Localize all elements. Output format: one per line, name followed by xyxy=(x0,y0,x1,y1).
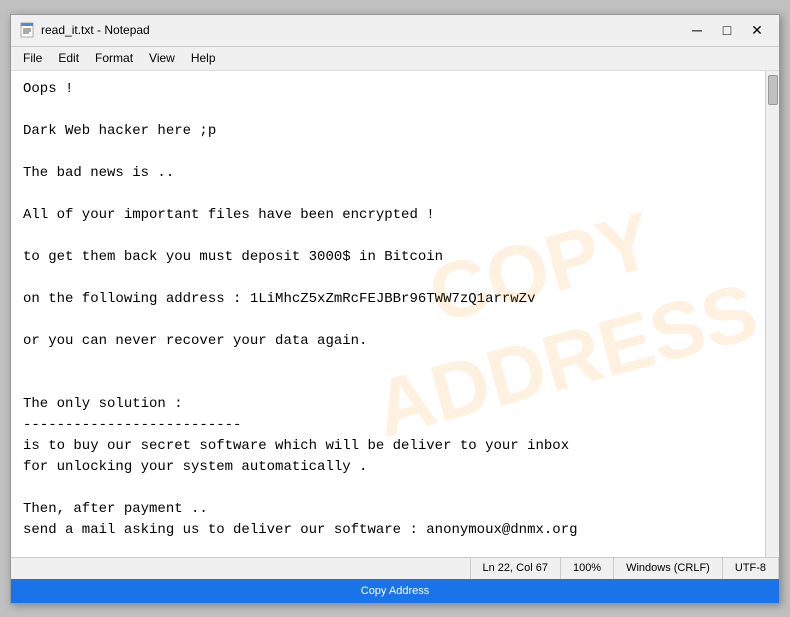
zoom-level: 100% xyxy=(561,558,614,579)
menu-edit[interactable]: Edit xyxy=(50,49,87,67)
copy-address-label: Copy Address xyxy=(361,585,429,597)
maximize-button[interactable]: □ xyxy=(713,19,741,41)
menu-help[interactable]: Help xyxy=(183,49,224,67)
window-title: read_it.txt - Notepad xyxy=(41,23,683,37)
title-bar: read_it.txt - Notepad ─ □ ✕ xyxy=(11,15,779,47)
encoding[interactable]: UTF-8 xyxy=(723,558,779,579)
minimize-button[interactable]: ─ xyxy=(683,19,711,41)
status-bar: Ln 22, Col 67 100% Windows (CRLF) UTF-8 xyxy=(11,557,779,579)
text-editor[interactable]: Oops ! Dark Web hacker here ;p The bad n… xyxy=(11,71,765,557)
status-spacer xyxy=(11,558,471,579)
notepad-window: read_it.txt - Notepad ─ □ ✕ File Edit Fo… xyxy=(10,14,780,604)
menu-file[interactable]: File xyxy=(15,49,50,67)
menu-format[interactable]: Format xyxy=(87,49,141,67)
window-controls: ─ □ ✕ xyxy=(683,19,771,41)
cursor-position: Ln 22, Col 67 xyxy=(471,558,561,579)
scrollbar-thumb[interactable] xyxy=(768,75,778,105)
vertical-scrollbar[interactable] xyxy=(765,71,779,557)
editor-area: Oops ! Dark Web hacker here ;p The bad n… xyxy=(11,71,779,557)
menu-view[interactable]: View xyxy=(141,49,183,67)
app-icon xyxy=(19,22,35,38)
close-button[interactable]: ✕ xyxy=(743,19,771,41)
copy-address-bar[interactable]: Copy Address xyxy=(11,579,779,603)
menu-bar: File Edit Format View Help xyxy=(11,47,779,71)
line-ending[interactable]: Windows (CRLF) xyxy=(614,558,723,579)
